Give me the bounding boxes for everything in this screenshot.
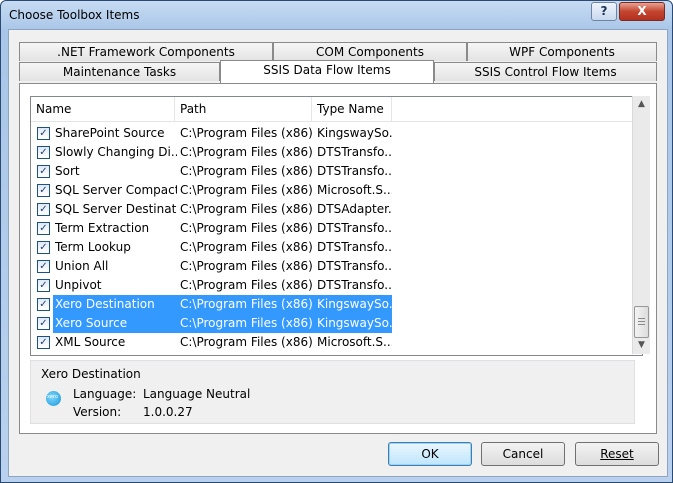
item-type-name: Microsoft.S... [317,335,392,349]
item-path: C:\Program Files (x86)... [175,314,312,333]
item-path: C:\Program Files (x86)... [180,126,312,140]
list-item[interactable]: ✓ XML Source C:\Program Files (x86)... Micr… [31,333,642,352]
grip-line [638,324,645,325]
dialog-window: Choose Toolbox Items ? X .NET Framework … [0,0,673,483]
cancel-button[interactable]: Cancel [481,442,565,466]
item-type-name: DTSTransfo... [317,145,392,159]
tab-wpf-components[interactable]: WPF Components [467,42,657,61]
item-name: Union All [55,259,109,273]
item-name: Term Lookup [55,240,131,254]
item-type-name: KingswaySo... [317,126,392,140]
item-path: C:\Program Files (x86)... [180,259,312,273]
item-checkbox[interactable]: ✓ [37,241,50,254]
item-checkbox[interactable]: ✓ [37,127,50,140]
item-checkbox[interactable]: ✓ [37,184,50,197]
list-header: Name Path Type Name [31,97,642,122]
xero-icon: xero [46,391,61,406]
scroll-down-arrow-icon[interactable]: ▼ [633,337,650,354]
list-item[interactable]: ✓ Xero Source C:\Program Files (x86)... Kin… [31,314,642,333]
details-title: Xero Destination [41,367,141,381]
list-item[interactable]: ✓ SQL Server Compact ...C:\Program Files … [31,181,642,200]
item-checkbox[interactable]: ✓ [37,317,50,330]
details-group: Xero Destination xero Language: Language… [30,360,635,424]
item-type-name: DTSTransfo... [317,259,392,273]
item-checkbox[interactable]: ✓ [37,298,50,311]
toolbox-items-list[interactable]: Name Path Type Name ✓ SharePoint Source C:… [30,96,643,356]
item-checkbox[interactable]: ✓ [37,279,50,292]
item-path: C:\Program Files (x86)... [180,278,312,292]
item-path: C:\Program Files (x86)... [180,164,312,178]
grip-line [638,318,645,319]
item-path: C:\Program Files (x86)... [175,295,312,314]
list-item[interactable]: ✓ Term Lookup C:\Program Files (x86)... DTS… [31,238,642,257]
list-item[interactable]: ✓ SQL Server DestinationC:\Program Files … [31,200,642,219]
xero-icon-text: xero [47,394,58,400]
item-name: Xero Destination [53,295,177,314]
tab-maintenance-tasks[interactable]: Maintenance Tasks [19,62,220,81]
item-name: Slowly Changing Di... [55,145,177,159]
item-type-name: KingswaySo... [312,295,392,314]
language-label: Language: [73,387,137,401]
item-name: SQL Server Compact ... [55,183,177,197]
reset-button[interactable]: Reset [575,442,659,466]
tab-panel: Name Path Type Name ✓ SharePoint Source C:… [19,83,657,434]
column-header-name[interactable]: Name [31,97,175,121]
item-type-name: DTSAdapter... [317,202,392,216]
ok-button[interactable]: OK [388,442,472,466]
item-path: C:\Program Files (x86)... [180,221,312,235]
help-button[interactable]: ? [591,2,617,21]
list-item[interactable]: ✓ Sort C:\Program Files (x86)... DTSTransfo… [31,162,642,181]
column-header-type-name[interactable]: Type Name [312,97,392,121]
tab-ssis-data-flow-items[interactable]: SSIS Data Flow Items [220,60,434,83]
tab-net-framework-components[interactable]: .NET Framework Components [19,42,273,61]
list-item[interactable]: ✓ Unpivot C:\Program Files (x86)... DTSTran… [31,276,642,295]
dialog-client: .NET Framework Components COM Components… [8,29,668,477]
version-value: 1.0.0.27 [143,405,193,419]
item-checkbox[interactable]: ✓ [37,260,50,273]
grip-line [638,321,645,322]
item-name: Unpivot [55,278,102,292]
list-item[interactable]: ✓ Slowly Changing Di... C:\Program Files (… [31,143,642,162]
column-header-path[interactable]: Path [175,97,312,121]
item-path: C:\Program Files (x86)... [180,335,312,349]
item-path: C:\Program Files (x86)... [180,240,312,254]
scrollbar-thumb[interactable] [634,306,649,338]
item-checkbox[interactable]: ✓ [37,146,50,159]
item-path: C:\Program Files (x86)... [180,202,312,216]
window-title: Choose Toolbox Items [9,8,140,22]
item-type-name: DTSTransfo... [317,240,392,254]
item-type-name: DTSTransfo... [317,221,392,235]
item-name: Sort [55,164,80,178]
item-name: SharePoint Source [55,126,165,140]
item-type-name: Microsoft.S... [317,183,392,197]
vertical-scrollbar[interactable]: ▲ ▼ [632,96,650,354]
list-item[interactable]: ✓ Term Extraction C:\Program Files (x86)..… [31,219,642,238]
close-button[interactable]: X [619,2,665,21]
item-name: Term Extraction [55,221,150,235]
item-type-name: DTSTransfo... [317,278,392,292]
item-name: XML Source [55,335,126,349]
item-checkbox[interactable]: ✓ [37,165,50,178]
list-item[interactable]: ✓ SharePoint Source C:\Program Files (x86)… [31,124,642,143]
item-checkbox[interactable]: ✓ [37,203,50,216]
tab-com-components[interactable]: COM Components [273,42,467,61]
title-bar[interactable]: Choose Toolbox Items ? X [1,1,672,29]
tab-ssis-control-flow-items[interactable]: SSIS Control Flow Items [434,62,657,81]
list-item[interactable]: ✓ Union All C:\Program Files (x86)... DTSTr… [31,257,642,276]
item-type-name: KingswaySo... [312,314,392,333]
item-checkbox[interactable]: ✓ [37,222,50,235]
item-path: C:\Program Files (x86)... [180,145,312,159]
version-label: Version: [73,405,122,419]
scroll-up-arrow-icon[interactable]: ▲ [633,96,650,113]
language-value: Language Neutral [143,387,251,401]
item-checkbox[interactable]: ✓ [37,336,50,349]
item-name: Xero Source [53,314,177,333]
item-path: C:\Program Files (x86)... [180,183,312,197]
item-type-name: DTSTransfo... [317,164,392,178]
list-item[interactable]: ✓ Xero Destination C:\Program Files (x86).… [31,295,642,314]
item-name: SQL Server Destination [55,202,177,216]
